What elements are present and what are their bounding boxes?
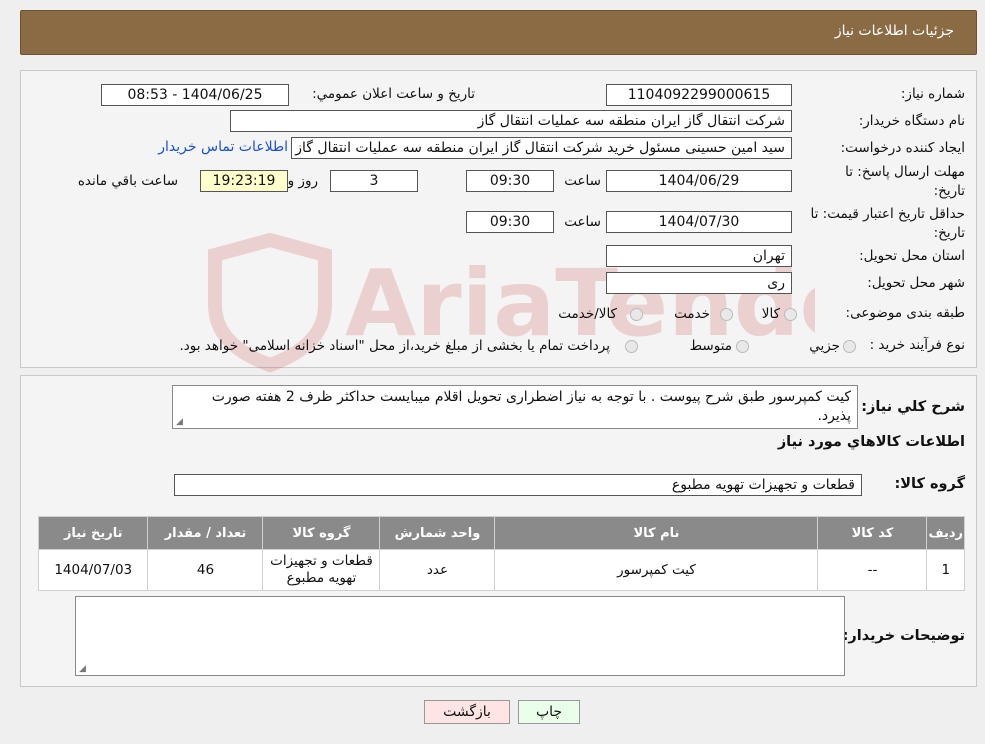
resize-grip-icon[interactable]: ◢ bbox=[79, 664, 86, 674]
requester-field: سید امین حسینی مسئول خرید شرکت انتقال گا… bbox=[291, 137, 792, 159]
process-minor-label: جزيي bbox=[809, 338, 840, 354]
category-label: طبقه بندی موضوعی: bbox=[845, 305, 965, 321]
page-title: جزئیات اطلاعات نیاز bbox=[834, 23, 954, 39]
category-goods-label: کالا bbox=[761, 306, 780, 322]
time-remaining-field: 19:23:19 bbox=[200, 170, 288, 192]
city-label: شهر محل تحویل: bbox=[867, 275, 965, 291]
validity-time-field: 09:30 bbox=[466, 211, 554, 233]
summary-textarea[interactable]: کیت کمپرسور طبق شرح پیوست . با توجه به ن… bbox=[172, 385, 858, 429]
process-medium-label: متوسط bbox=[689, 338, 732, 354]
buyer-notes-textarea[interactable]: ◢ bbox=[75, 596, 845, 676]
items-table: ردیف کد کالا نام کالا واحد شمارش گروه کا… bbox=[37, 516, 965, 591]
table-header-row: ردیف کد کالا نام کالا واحد شمارش گروه کا… bbox=[37, 516, 965, 550]
cell-item-name: کیت کمپرسور bbox=[494, 549, 819, 591]
buyer-notes-text bbox=[76, 597, 844, 601]
city-field: ری bbox=[606, 272, 792, 294]
process-medium-radio[interactable] bbox=[736, 340, 749, 353]
province-field: تهران bbox=[606, 245, 792, 267]
buyer-org-field: شرکت انتقال گاز ایران منطقه سه عملیات ان… bbox=[230, 110, 792, 132]
min-validity-label-line2: تاریخ: bbox=[933, 225, 965, 241]
announce-label: تاریخ و ساعت اعلان عمومي: bbox=[312, 86, 475, 102]
process-treasury-radio[interactable] bbox=[625, 340, 638, 353]
col-row-number: ردیف bbox=[926, 516, 965, 550]
need-number-field: 1104092299000615 bbox=[606, 84, 792, 106]
cell-need-date: 1404/07/03 bbox=[37, 549, 149, 591]
need-number-label: شماره نیاز: bbox=[900, 86, 965, 102]
process-treasury-note: پرداخت تمام یا بخشی از مبلغ خرید،از محل … bbox=[179, 338, 610, 354]
announce-field: 1404/06/25 - 08:53 bbox=[101, 84, 289, 106]
print-button[interactable]: چاپ bbox=[518, 700, 580, 724]
col-group: گروه کالا bbox=[262, 516, 381, 550]
category-service-radio[interactable] bbox=[720, 308, 733, 321]
process-type-label: نوع فرآیند خرید : bbox=[869, 337, 965, 353]
col-quantity: تعداد / مقدار bbox=[147, 516, 264, 550]
category-service-label: خدمت bbox=[674, 306, 710, 322]
cell-item-code: -- bbox=[817, 549, 928, 591]
page-header: جزئیات اطلاعات نیاز bbox=[20, 10, 977, 55]
deadline-time-field: 09:30 bbox=[466, 170, 554, 192]
deadline-label-line2: تاریخ: bbox=[933, 183, 965, 199]
goods-group-label: گروه کالا: bbox=[894, 476, 965, 492]
goods-group-field: قطعات و تجهیزات تهویه مطبوع bbox=[174, 474, 862, 496]
col-unit: واحد شمارش bbox=[379, 516, 496, 550]
days-label: روز و bbox=[287, 173, 318, 189]
table-row: 1 -- کیت کمپرسور عدد قطعات و تجهیزات تهو… bbox=[37, 549, 965, 591]
category-goods-service-radio[interactable] bbox=[630, 308, 643, 321]
summary-label: شرح کلي نياز: bbox=[861, 399, 965, 415]
process-minor-radio[interactable] bbox=[843, 340, 856, 353]
summary-text: کیت کمپرسور طبق شرح پیوست . با توجه به ن… bbox=[211, 389, 851, 424]
resize-grip-icon[interactable]: ◢ bbox=[176, 417, 183, 427]
cell-quantity: 46 bbox=[147, 549, 264, 591]
category-goods-radio[interactable] bbox=[784, 308, 797, 321]
deadline-time-label: ساعت bbox=[564, 173, 601, 189]
province-label: استان محل تحویل: bbox=[859, 248, 965, 264]
deadline-label-line1: مهلت ارسال پاسخ: تا bbox=[845, 164, 965, 180]
days-remaining-field: 3 bbox=[330, 170, 418, 192]
buyer-org-label: نام دستگاه خریدار: bbox=[858, 113, 965, 129]
validity-time-label: ساعت bbox=[564, 214, 601, 230]
col-item-code: کد کالا bbox=[817, 516, 928, 550]
cell-row-number: 1 bbox=[926, 549, 965, 591]
contact-buyer-link[interactable]: اطلاعات تماس خریدار bbox=[158, 139, 288, 155]
validity-date-field: 1404/07/30 bbox=[606, 211, 792, 233]
category-goods-service-label: کالا/خدمت bbox=[558, 306, 617, 322]
deadline-label: مهلت ارسال پاسخ: تا تاریخ: bbox=[845, 163, 965, 201]
cell-group: قطعات و تجهیزات تهویه مطبوع bbox=[262, 549, 381, 591]
cell-unit: عدد bbox=[379, 549, 496, 591]
goods-info-title: اطلاعات کالاهاي مورد نياز bbox=[777, 434, 965, 450]
buyer-notes-label: توضیحات خریدار: bbox=[842, 628, 965, 644]
time-remaining-label: ساعت باقي مانده bbox=[77, 173, 178, 189]
requester-label: ایجاد کننده درخواست: bbox=[840, 140, 965, 156]
min-validity-label: حداقل تاریخ اعتبار قیمت: تا تاریخ: bbox=[811, 205, 965, 243]
back-button[interactable]: بازگشت bbox=[424, 700, 510, 724]
min-validity-label-line1: حداقل تاریخ اعتبار قیمت: تا bbox=[810, 206, 965, 222]
col-need-date: تاریخ نیاز bbox=[37, 516, 149, 550]
col-item-name: نام کالا bbox=[494, 516, 819, 550]
deadline-date-field: 1404/06/29 bbox=[606, 170, 792, 192]
